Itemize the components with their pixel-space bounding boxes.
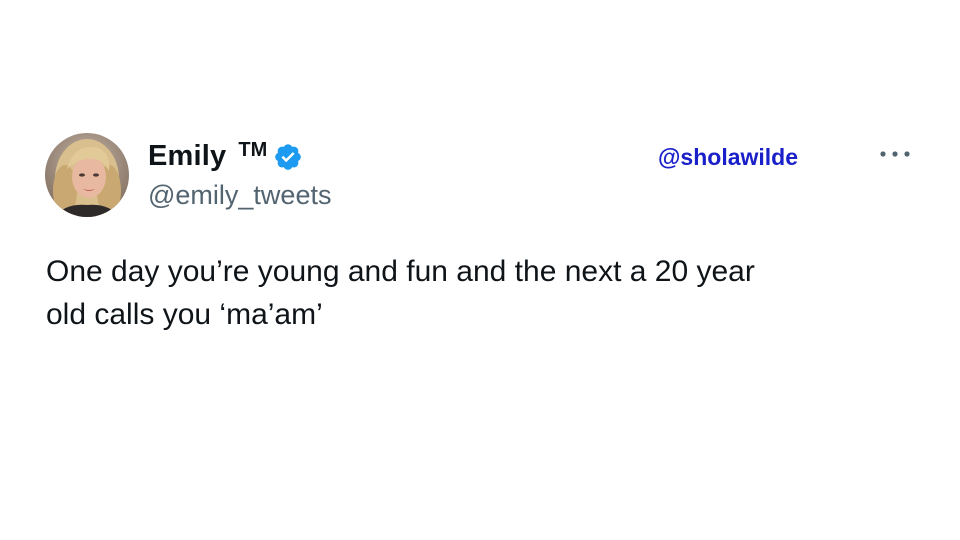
ellipsis-icon[interactable] [876, 146, 916, 162]
profile-photo-icon [45, 133, 129, 217]
tweet-card: Emily TM @emily_tweets @sholawilde One d… [0, 0, 960, 540]
trademark-label: TM [238, 138, 268, 161]
tweet-text-line-1: One day you’re young and fun and the nex… [46, 255, 755, 288]
watermark-handle: @sholawilde [658, 144, 799, 170]
author-display-name[interactable]: Emily [148, 140, 226, 173]
tweet-text: One day you’re young and fun and the nex… [46, 250, 906, 336]
author-handle[interactable]: @emily_tweets [148, 180, 331, 211]
verified-badge-icon [275, 144, 302, 170]
author-name-row: Emily TM [148, 138, 303, 174]
avatar[interactable] [45, 133, 129, 217]
tweet-text-line-2: old calls you ‘ma’am’ [46, 298, 323, 331]
